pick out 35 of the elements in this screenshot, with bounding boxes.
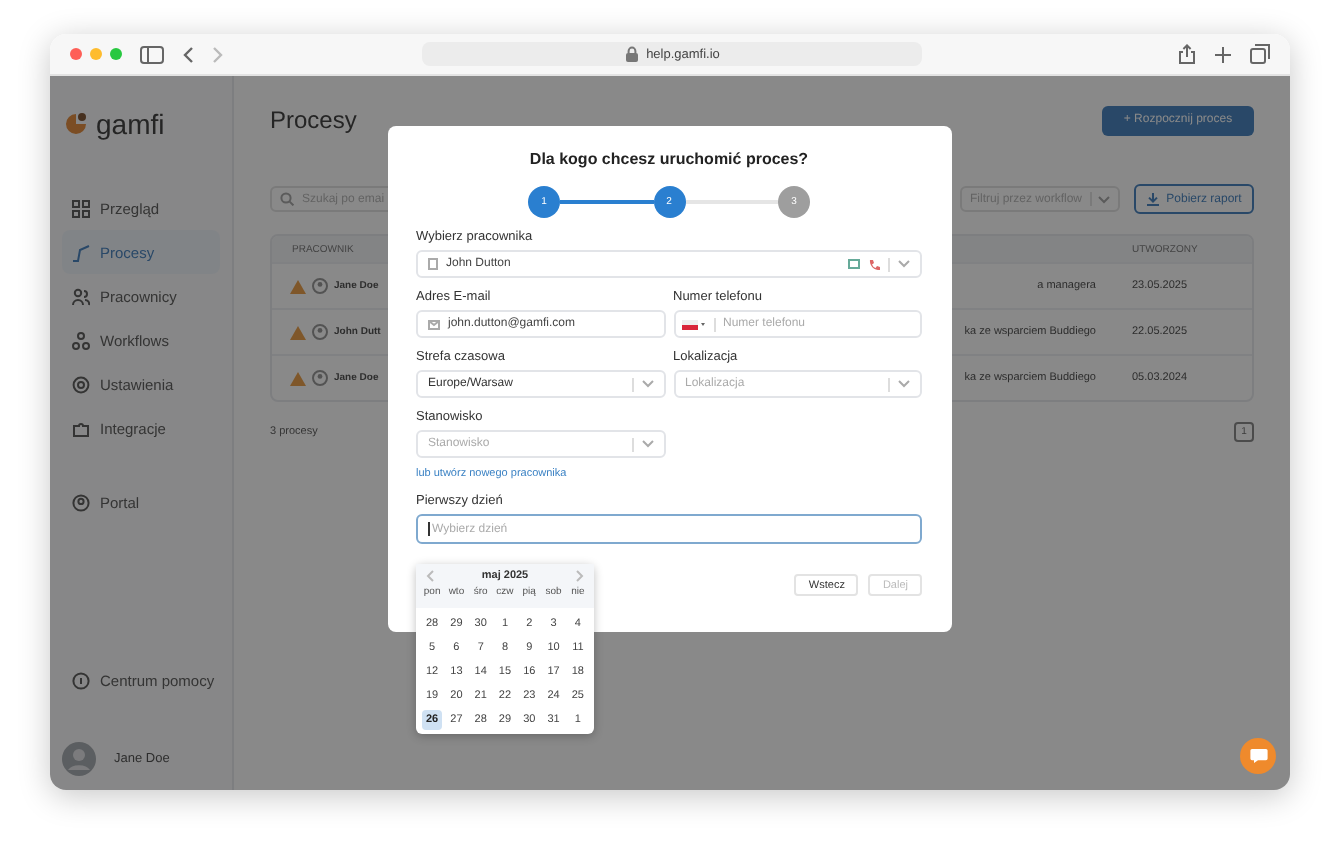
share-icon[interactable] [1178,44,1196,64]
search-icon [280,192,294,206]
page-title: Procesy [270,106,357,134]
tabs-icon[interactable] [1250,44,1270,64]
window-controls-icon[interactable] [70,48,122,60]
avatar-icon [312,278,328,294]
download-icon [1146,192,1161,206]
plus-icon[interactable] [1214,45,1232,63]
flag-icon[interactable] [681,319,705,329]
gear-icon [72,375,90,393]
user-circle-icon [72,493,90,511]
nodes-icon [72,331,90,349]
mail-icon [848,258,860,270]
logo-text: gamfi [96,108,165,140]
people-icon [72,287,90,305]
document-icon [428,258,438,270]
chevron-down-icon [641,440,653,448]
chart-line-icon [72,243,90,261]
chevron-down-icon [898,260,910,268]
avatar-icon [312,324,328,340]
chevron-down-icon [641,380,653,388]
mail-icon [428,319,440,329]
chevron-down-icon [898,380,910,388]
phone-icon [868,258,880,270]
help-icon [72,671,90,689]
dialog-title: Dla kogo chcesz uruchomić proces? [527,150,811,168]
logo-icon [62,110,90,138]
sidebar-toggle-icon[interactable] [140,45,164,63]
back-icon[interactable] [182,45,194,63]
lock-icon [624,46,641,62]
chat-button[interactable] [1240,738,1276,774]
grid-icon [72,199,90,217]
chevron-down-icon [1098,195,1110,203]
avatar-icon [312,370,328,386]
speech-bubble-icon [1249,748,1267,764]
